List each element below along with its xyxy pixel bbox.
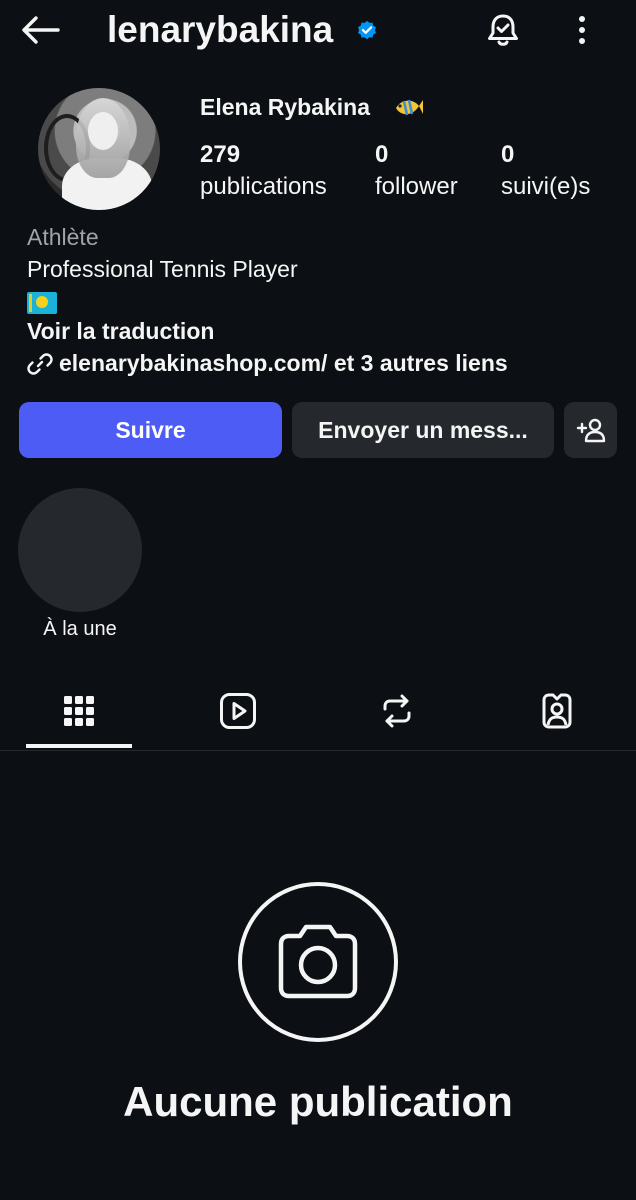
- followers-count-value: 0: [375, 141, 389, 168]
- profile-full-name: Elena Rybakina: [200, 94, 371, 120]
- highlight-circle[interactable]: [18, 488, 142, 612]
- tagged-icon: [542, 693, 572, 729]
- active-tab-indicator: [26, 744, 132, 748]
- profile-page: lenarybakina Elena Rybakina 279 publicat…: [0, 0, 636, 1200]
- verified-badge-icon: [358, 20, 376, 40]
- tropical-fish-icon: [396, 99, 423, 116]
- following-count-label: suivi(e)s: [501, 173, 591, 200]
- repost-icon: [383, 694, 411, 728]
- bell-check-icon: [488, 14, 518, 46]
- profile-bio: Professional Tennis Player: [27, 256, 298, 282]
- profile-category: Athlète: [27, 224, 99, 250]
- following-count[interactable]: 0 suivi(e)s: [501, 140, 590, 204]
- profile-tabs: [0, 676, 636, 750]
- link-icon: [27, 352, 53, 375]
- back-button[interactable]: [18, 12, 62, 48]
- tab-reposts[interactable]: [370, 688, 424, 734]
- tab-tagged[interactable]: [530, 688, 584, 734]
- grid-icon: [64, 696, 94, 726]
- followers-count[interactable]: 0 follower: [375, 140, 458, 204]
- follow-button[interactable]: Suivre: [19, 402, 282, 458]
- empty-state-title: Aucune publication: [123, 1078, 513, 1125]
- message-button[interactable]: Envoyer un mess...: [292, 402, 554, 458]
- arrow-left-icon: [22, 16, 60, 44]
- see-translation-link[interactable]: Voir la traduction: [27, 318, 214, 345]
- notifications-button[interactable]: [482, 10, 524, 50]
- profile-links[interactable]: elenarybakinashop.com/ et 3 autres liens: [27, 350, 508, 377]
- posts-count-label: publications: [200, 173, 327, 200]
- highlight-label: À la une: [43, 618, 117, 640]
- tab-reels[interactable]: [211, 688, 265, 734]
- profile-avatar[interactable]: [38, 88, 160, 210]
- profile-links-text: elenarybakinashop.com/ et 3 autres liens: [59, 350, 508, 376]
- tab-posts-grid[interactable]: [52, 688, 106, 734]
- followers-count-label: follower: [375, 173, 458, 200]
- more-vertical-icon: [579, 16, 585, 44]
- camera-icon: [278, 924, 358, 999]
- kazakhstan-flag-icon: [27, 292, 57, 314]
- flag-ornament-shape: [29, 294, 32, 312]
- tabs-divider: [0, 750, 636, 751]
- suggest-accounts-button[interactable]: [564, 402, 617, 458]
- reels-icon: [220, 693, 256, 729]
- avatar-face-shape: [88, 112, 118, 150]
- more-options-button[interactable]: [568, 10, 596, 50]
- following-count-value: 0: [501, 141, 515, 168]
- flag-sun-shape: [36, 296, 48, 308]
- posts-count[interactable]: 279 publications: [200, 140, 327, 204]
- profile-username: lenarybakina: [107, 9, 334, 50]
- top-bar: lenarybakina: [0, 0, 636, 62]
- posts-count-value: 279: [200, 141, 241, 168]
- empty-state-camera: [238, 882, 398, 1042]
- add-person-icon: [576, 418, 605, 443]
